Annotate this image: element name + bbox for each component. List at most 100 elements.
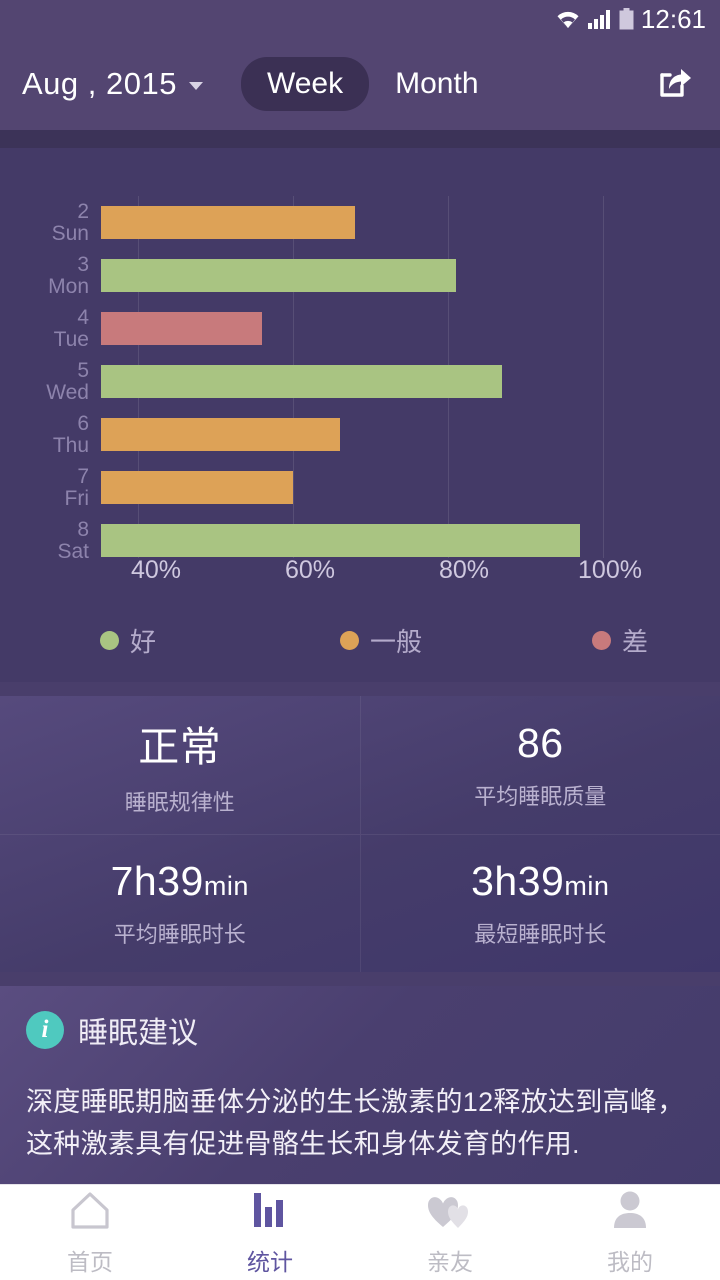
stat-average-duration[interactable]: 7h39min 平均睡眠时长: [0, 835, 360, 972]
row-day-label: 5 Wed: [0, 360, 101, 403]
chart-row[interactable]: 6 Thu: [0, 408, 720, 461]
home-icon: [68, 1189, 112, 1236]
legend-label: 好: [130, 626, 157, 657]
section-divider: [0, 682, 720, 696]
chart-bar: [101, 418, 340, 451]
chart-row[interactable]: 4 Tue: [0, 302, 720, 355]
row-day-number: 3: [77, 252, 89, 276]
row-day-name: Sun: [51, 221, 89, 245]
row-day-number: 7: [77, 464, 89, 488]
row-day-number: 8: [77, 517, 89, 541]
legend-item-good: 好: [100, 622, 156, 659]
nav-item-home[interactable]: 首页: [0, 1189, 180, 1277]
legend-item-average: 一般: [340, 622, 422, 659]
chart-row[interactable]: 7 Fri: [0, 461, 720, 514]
stat-label: 平均睡眠质量: [474, 783, 607, 809]
app-header: Aug , 2015 Week Month: [0, 38, 720, 130]
row-day-number: 5: [77, 358, 89, 382]
stat-value: 7h39min: [110, 858, 249, 904]
row-day-name: Thu: [52, 433, 89, 457]
nav-label: 首页: [67, 1248, 113, 1275]
row-day-number: 4: [77, 305, 89, 329]
stat-label: 睡眠规律性: [124, 790, 235, 815]
advice-body: 深度睡眠期脑垂体分泌的生长激素的12释放达到高峰，这种激素具有促进骨骼生长和身体…: [26, 1087, 685, 1159]
advice-header: i 睡眠建议: [26, 1008, 694, 1052]
stats-row: 正常 睡眠规律性 86 平均睡眠质量: [0, 696, 720, 834]
chart-row[interactable]: 3 Mon: [0, 249, 720, 302]
row-day-label: 7 Fri: [0, 466, 101, 509]
share-button[interactable]: [646, 58, 698, 110]
legend-label: 一般: [370, 626, 423, 657]
x-tick-label: 60%: [284, 556, 336, 584]
legend-dot-good: [100, 630, 119, 650]
stat-value: 86: [516, 719, 564, 766]
nav-label: 统计: [247, 1248, 293, 1275]
wifi-icon: [555, 9, 581, 29]
chart-row[interactable]: 5 Wed: [0, 355, 720, 408]
stat-label: 最短睡眠时长: [474, 922, 607, 947]
chart-bar: [101, 312, 262, 345]
legend-label: 差: [622, 626, 649, 657]
bottom-navigation: 首页 统计 亲友 我的: [0, 1184, 720, 1280]
x-tick-label: 40%: [130, 556, 182, 584]
stat-label: 平均睡眠时长: [113, 922, 246, 947]
chart-bar: [101, 524, 580, 557]
person-icon: [608, 1189, 652, 1236]
row-day-number: 2: [77, 199, 89, 223]
advice-title: 睡眠建议: [78, 1017, 198, 1050]
chart-legend: 好 一般 差: [0, 616, 720, 664]
section-divider: [0, 972, 720, 986]
app-screen: 12:61 Aug , 2015 Week Month 2 Sun 3 Mon …: [0, 0, 720, 1280]
tab-month[interactable]: Month: [369, 57, 504, 111]
sleep-advice-card: i 睡眠建议 深度睡眠期脑垂体分泌的生长激素的12释放达到高峰，这种激素具有促进…: [0, 986, 720, 1198]
status-bar: 12:61: [0, 0, 720, 38]
row-day-name: Fri: [64, 486, 90, 510]
stat-shortest-duration[interactable]: 3h39min 最短睡眠时长: [359, 835, 720, 972]
chart-x-axis: 40% 60% 80% 100%: [0, 556, 720, 596]
chart-area: 2 Sun 3 Mon 4 Tue 5 Wed 6 Thu 7 Fri 8 Sa…: [0, 148, 720, 682]
row-day-name: Wed: [46, 380, 89, 404]
legend-item-poor: 差: [592, 622, 648, 659]
stat-value: 正常: [138, 724, 222, 770]
sleep-stats-panel: 正常 睡眠规律性 86 平均睡眠质量 7h39min 平均睡眠时长 3h39mi…: [0, 696, 720, 972]
chart-bar: [101, 206, 355, 239]
month-label: Aug , 2015: [22, 66, 177, 101]
share-icon: [650, 60, 694, 109]
chart-bar: [101, 365, 503, 398]
bar-chart-icon: [248, 1189, 292, 1236]
month-selector[interactable]: Aug , 2015: [22, 66, 203, 102]
status-bar-clock: 12:61: [640, 4, 706, 34]
stat-average-quality[interactable]: 86 平均睡眠质量: [359, 696, 720, 834]
cellular-signal-icon: [587, 9, 612, 29]
stats-row: 7h39min 平均睡眠时长 3h39min 最短睡眠时长: [0, 834, 720, 972]
chevron-down-icon: [188, 82, 203, 90]
x-tick-label: 100%: [578, 556, 642, 584]
stat-sleep-regularity[interactable]: 正常 睡眠规律性: [0, 696, 360, 834]
battery-icon: [619, 8, 634, 30]
row-day-label: 6 Thu: [0, 413, 101, 456]
x-tick-label: 80%: [438, 556, 490, 584]
stat-value: 3h39min: [471, 858, 610, 904]
nav-item-friends[interactable]: 亲友: [360, 1189, 540, 1277]
row-day-name: Tue: [53, 327, 89, 351]
legend-dot-poor: [592, 630, 611, 650]
sleep-quality-chart-card: 2 Sun 3 Mon 4 Tue 5 Wed 6 Thu 7 Fri 8 Sa…: [0, 130, 720, 682]
chart-bar: [101, 259, 456, 292]
nav-item-statistics[interactable]: 统计: [180, 1189, 360, 1277]
row-day-label: 2 Sun: [0, 201, 101, 244]
legend-dot-average: [340, 630, 359, 650]
chart-bar: [101, 471, 293, 504]
stat-unit: min: [564, 871, 610, 901]
row-day-label: 4 Tue: [0, 307, 101, 350]
chart-rows: 2 Sun 3 Mon 4 Tue 5 Wed 6 Thu 7 Fri 8 Sa…: [0, 196, 720, 567]
stat-unit: min: [203, 871, 249, 901]
row-day-name: Mon: [48, 274, 89, 298]
nav-item-profile[interactable]: 我的: [540, 1189, 720, 1277]
chart-row[interactable]: 2 Sun: [0, 196, 720, 249]
nav-label: 亲友: [427, 1248, 473, 1275]
hearts-icon: [426, 1189, 474, 1236]
info-icon: i: [26, 1011, 64, 1049]
period-segmented-control: Week Month: [240, 57, 505, 111]
row-day-number: 6: [77, 411, 89, 435]
tab-week[interactable]: Week: [240, 57, 370, 111]
